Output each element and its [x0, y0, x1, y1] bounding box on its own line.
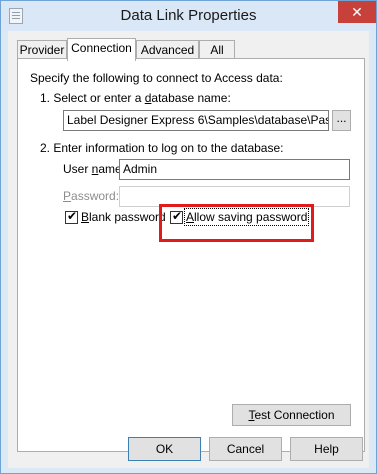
blank-password-checkbox[interactable]: ✔ — [65, 209, 78, 224]
step1-label: 1. Select or enter a database name: — [40, 91, 231, 105]
highlight-box — [159, 204, 314, 242]
cancel-button[interactable]: Cancel — [209, 437, 282, 461]
data-link-properties-window: Data Link Properties ✕ Provider Connecti… — [0, 0, 377, 474]
user-name-label: User name: — [63, 162, 126, 176]
test-connection-button[interactable]: Test Connection — [232, 404, 351, 426]
ok-button[interactable]: OK — [128, 437, 201, 461]
tab-all[interactable]: All — [199, 40, 235, 60]
help-button[interactable]: Help — [290, 437, 363, 461]
intro-text: Specify the following to connect to Acce… — [30, 71, 283, 85]
checkmark-icon: ✔ — [67, 209, 78, 223]
tab-advanced[interactable]: Advanced — [136, 40, 199, 60]
user-name-field[interactable]: Admin — [119, 159, 350, 180]
browse-button[interactable]: ... — [332, 110, 351, 131]
tab-connection[interactable]: Connection — [67, 38, 136, 61]
connection-panel: Specify the following to connect to Acce… — [17, 58, 365, 452]
database-name-field[interactable]: Label Designer Express 6\Samples\databas… — [63, 110, 329, 131]
close-button[interactable]: ✕ — [338, 1, 376, 23]
blank-password-label[interactable]: Blank password — [81, 210, 166, 224]
title-bar[interactable]: Data Link Properties ✕ — [1, 1, 376, 31]
dialog-client-area: Provider Connection Advanced All Specify… — [8, 31, 369, 468]
step2-label: 2. Enter information to log on to the da… — [40, 141, 284, 155]
tab-provider[interactable]: Provider — [17, 40, 67, 60]
window-title: Data Link Properties — [120, 7, 257, 24]
password-label: Password: — [63, 189, 120, 203]
